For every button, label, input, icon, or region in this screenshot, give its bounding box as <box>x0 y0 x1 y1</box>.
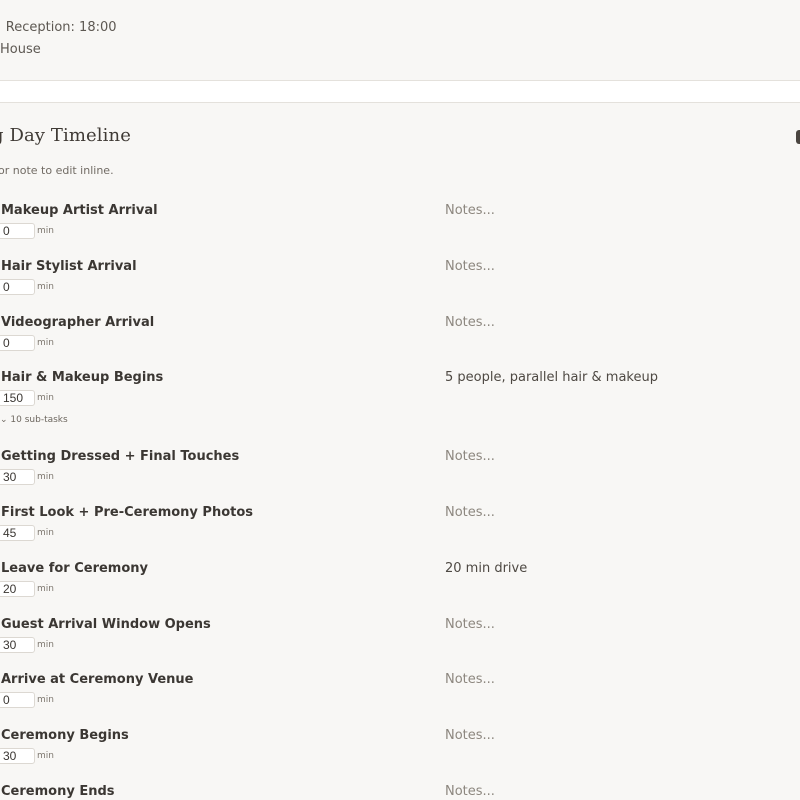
duration-field: 0 min <box>0 692 54 708</box>
duration-field: 0 min <box>0 223 54 239</box>
duration-input[interactable]: 0 <box>0 279 35 295</box>
timeline-row: Hair & Makeup Begins 150 min ⌄ 10 sub-ta… <box>0 370 800 440</box>
section-title: g Day Timeline <box>0 125 131 146</box>
duration-unit: min <box>37 528 54 538</box>
event-name[interactable]: Guest Arrival Window Opens <box>1 617 211 632</box>
event-summary: • Reception: 18:00 House <box>0 18 117 60</box>
section-divider <box>0 80 800 103</box>
duration-unit: min <box>37 226 54 236</box>
event-name[interactable]: Hair Stylist Arrival <box>1 259 137 274</box>
duration-unit: min <box>37 472 54 482</box>
duration-field: 45 min <box>0 525 54 541</box>
duration-field: 30 min <box>0 637 54 653</box>
duration-field: 150 min <box>0 390 54 406</box>
event-note[interactable]: Notes... <box>445 728 495 743</box>
duration-field: 30 min <box>0 748 54 764</box>
event-name[interactable]: First Look + Pre-Ceremony Photos <box>1 505 253 520</box>
timeline-row: Arrive at Ceremony Venue 0 min Notes... <box>0 672 800 722</box>
event-note[interactable]: Notes... <box>445 203 495 218</box>
duration-field: 0 min <box>0 335 54 351</box>
section-action-button[interactable] <box>796 130 800 144</box>
duration-unit: min <box>37 640 54 650</box>
duration-input[interactable]: 20 <box>0 581 35 597</box>
duration-unit: min <box>37 282 54 292</box>
timeline-row: Getting Dressed + Final Touches 30 min N… <box>0 449 800 499</box>
duration-unit: min <box>37 338 54 348</box>
event-note[interactable]: 20 min drive <box>445 561 527 576</box>
duration-field: 30 min <box>0 469 54 485</box>
event-name[interactable]: Leave for Ceremony <box>1 561 148 576</box>
timeline-row: Guest Arrival Window Opens 30 min Notes.… <box>0 617 800 667</box>
event-name[interactable]: Videographer Arrival <box>1 315 154 330</box>
duration-input[interactable]: 30 <box>0 637 35 653</box>
event-name[interactable]: Makeup Artist Arrival <box>1 203 158 218</box>
duration-input[interactable]: 0 <box>0 223 35 239</box>
duration-unit: min <box>37 751 54 761</box>
event-note[interactable]: Notes... <box>445 672 495 687</box>
duration-field: 20 min <box>0 581 54 597</box>
duration-unit: min <box>37 393 54 403</box>
event-note[interactable]: Notes... <box>445 505 495 520</box>
event-note[interactable]: 5 people, parallel hair & makeup <box>445 370 658 385</box>
edit-hint: or note to edit inline. <box>0 164 114 177</box>
event-note[interactable]: Notes... <box>445 259 495 274</box>
timeline-row: Videographer Arrival 0 min Notes... <box>0 315 800 365</box>
event-name[interactable]: Hair & Makeup Begins <box>1 370 163 385</box>
duration-input[interactable]: 150 <box>0 390 35 406</box>
duration-input[interactable]: 30 <box>0 469 35 485</box>
event-note[interactable]: Notes... <box>445 449 495 464</box>
event-name[interactable]: Ceremony Begins <box>1 728 129 743</box>
duration-input[interactable]: 30 <box>0 748 35 764</box>
event-note[interactable]: Notes... <box>445 784 495 799</box>
event-note[interactable]: Notes... <box>445 315 495 330</box>
event-name[interactable]: Arrive at Ceremony Venue <box>1 672 193 687</box>
timeline-row: Makeup Artist Arrival 0 min Notes... <box>0 203 800 253</box>
event-note[interactable]: Notes... <box>445 617 495 632</box>
duration-field: 0 min <box>0 279 54 295</box>
duration-input[interactable]: 0 <box>0 335 35 351</box>
event-name[interactable]: Ceremony Ends <box>1 784 115 799</box>
venue-name: House <box>0 42 41 57</box>
timeline-row: Ceremony Begins 30 min Notes... <box>0 728 800 778</box>
timeline-row: Leave for Ceremony 20 min 20 min drive <box>0 561 800 611</box>
subtasks-toggle[interactable]: ⌄ 10 sub-tasks <box>0 415 68 425</box>
timeline-row: First Look + Pre-Ceremony Photos 45 min … <box>0 505 800 555</box>
reception-time: • Reception: 18:00 <box>0 20 117 35</box>
duration-input[interactable]: 45 <box>0 525 35 541</box>
event-name[interactable]: Getting Dressed + Final Touches <box>1 449 239 464</box>
duration-unit: min <box>37 695 54 705</box>
timeline-row: Hair Stylist Arrival 0 min Notes... <box>0 259 800 309</box>
duration-input[interactable]: 0 <box>0 692 35 708</box>
duration-unit: min <box>37 584 54 594</box>
timeline-row: Ceremony Ends Notes... <box>0 784 800 800</box>
